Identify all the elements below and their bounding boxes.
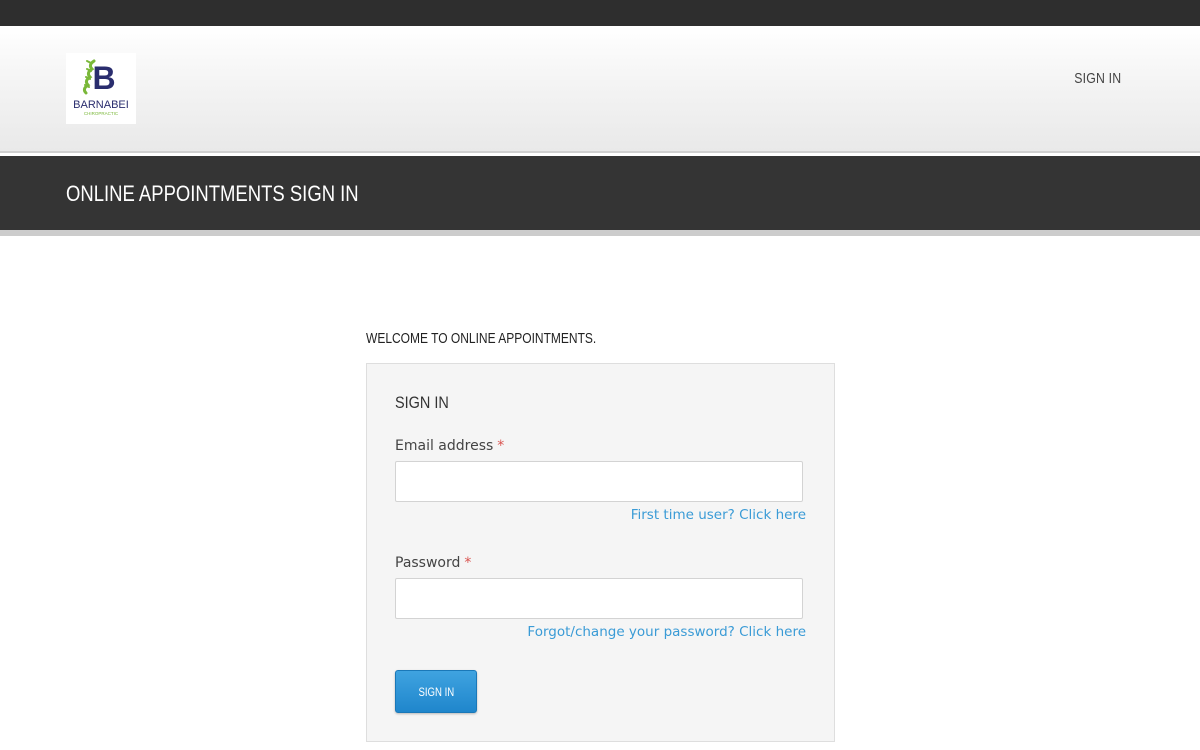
forgot-password-link[interactable]: Forgot/change your password? Click here [527, 624, 806, 640]
brand-logo[interactable]: B BARNABEI CHIROPRACTIC [66, 53, 136, 124]
email-required-mark: * [497, 438, 505, 454]
top-bar [0, 0, 1200, 26]
password-label: Password * [395, 555, 471, 571]
password-required-mark: * [464, 555, 472, 571]
password-label-text: Password [395, 555, 461, 571]
form-heading: SIGN IN [395, 393, 449, 412]
first-time-user-link[interactable]: First time user? Click here [631, 507, 806, 523]
logo-tagline: CHIROPRACTIC [84, 111, 119, 116]
nav-sign-in-link[interactable]: SIGN IN [1074, 70, 1121, 87]
page-title: ONLINE APPOINTMENTS SIGN IN [66, 181, 359, 206]
sign-in-button-label: SIGN IN [418, 685, 454, 699]
sign-in-form: SIGN IN Email address * First time user? … [366, 363, 835, 742]
logo-name: BARNABEI [73, 99, 129, 111]
site-header: B BARNABEI CHIROPRACTIC SIGN IN [0, 26, 1200, 153]
email-label: Email address * [395, 438, 504, 454]
sign-in-button[interactable]: SIGN IN [395, 670, 477, 713]
title-band-divider [0, 230, 1200, 236]
email-label-text: Email address [395, 438, 494, 454]
logo-graphic: B BARNABEI CHIROPRACTIC [73, 59, 129, 116]
password-field[interactable] [395, 578, 803, 619]
page-title-band: ONLINE APPOINTMENTS SIGN IN [0, 156, 1200, 230]
welcome-message: WELCOME TO ONLINE APPOINTMENTS. [366, 330, 597, 347]
email-field[interactable] [395, 461, 803, 502]
logo-letter: B [92, 60, 115, 96]
